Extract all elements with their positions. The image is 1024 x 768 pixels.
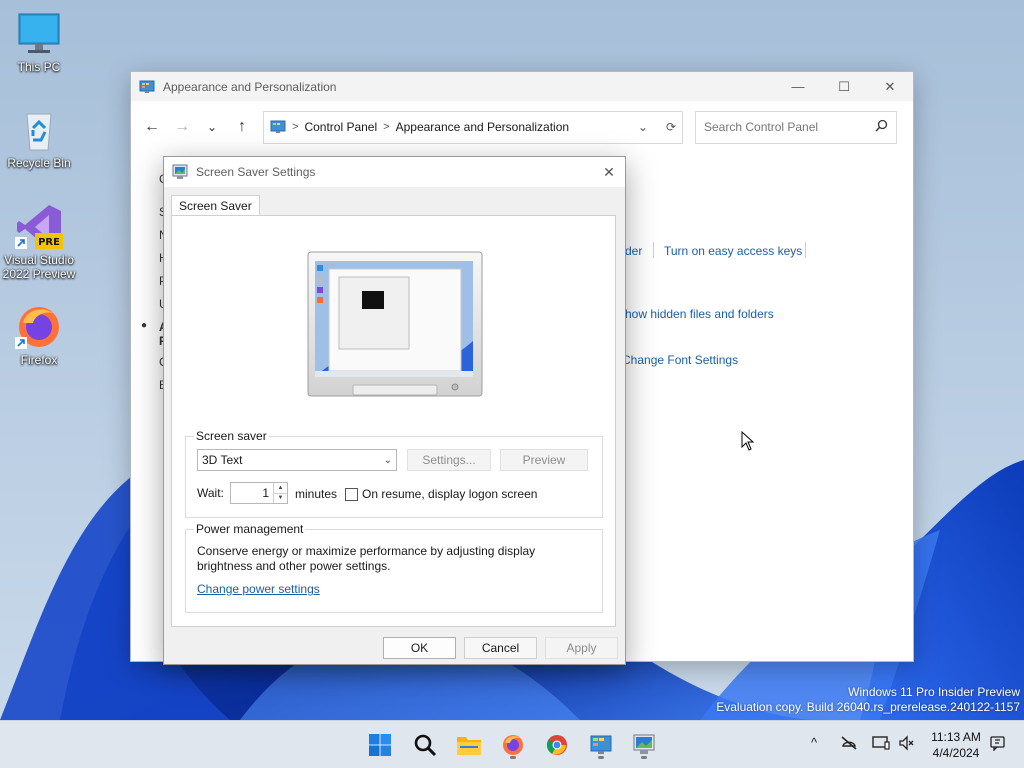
volume-muted-icon[interactable] — [898, 735, 916, 754]
link-change-font-settings[interactable]: Change Font Settings — [622, 353, 738, 367]
breadcrumb-separator: > — [383, 121, 390, 133]
power-description-line2: brightness and other power settings. — [197, 559, 391, 573]
monitor-preview-icon — [307, 251, 483, 397]
running-indicator — [598, 756, 604, 759]
tab-screen-saver[interactable]: Screen Saver — [171, 195, 260, 216]
maximize-button[interactable]: ☐ — [821, 72, 867, 101]
clock-time: 11:13 AM — [931, 730, 981, 744]
address-bar[interactable]: > Control Panel > Appearance and Persona… — [263, 110, 683, 144]
running-indicator — [641, 756, 647, 759]
recycle-bin-icon — [15, 106, 63, 154]
desktop-icon-visual-studio[interactable]: PRE Visual Studio 2022 Preview — [0, 203, 78, 281]
screen-saver-select[interactable]: 3D Text ⌄ — [197, 449, 397, 471]
pre-badge: PRE — [38, 237, 60, 248]
search-icon[interactable] — [875, 119, 888, 135]
clock[interactable]: 11:13 AM 4/4/2024 — [926, 729, 986, 761]
screen-saver-icon[interactable] — [628, 729, 660, 761]
dialog-close-button[interactable]: ✕ — [593, 157, 625, 187]
watermark-line1: Windows 11 Pro Insider Preview — [848, 685, 1020, 699]
link-divider — [805, 242, 806, 258]
address-bar-icon — [270, 119, 286, 135]
control-panel-icon[interactable] — [585, 729, 617, 761]
link-easy-access-keys[interactable]: Turn on easy access keys — [664, 244, 802, 258]
tab-page-screen-saver: Screen saver 3D Text ⌄ Settings... Previ… — [171, 215, 616, 627]
control-panel-titlebar[interactable]: Appearance and Personalization — ☐ ✕ — [131, 72, 913, 101]
desktop-watermark: Windows 11 Pro Insider Preview Evaluatio… — [716, 685, 1020, 715]
chrome-icon[interactable] — [541, 729, 573, 761]
link-show-hidden-files[interactable]: how hidden files and folders — [625, 307, 774, 321]
resume-logon-checkbox[interactable] — [345, 488, 358, 501]
visual-studio-icon: PRE — [15, 203, 63, 251]
desktop-icon-this-pc[interactable]: This PC — [0, 10, 78, 74]
firefox-icon[interactable] — [497, 729, 529, 761]
desktop-icon-recycle-bin[interactable]: Recycle Bin — [0, 106, 78, 170]
screen-saver-group-label: Screen saver — [194, 429, 269, 443]
search-icon[interactable] — [409, 729, 441, 761]
link-divider — [653, 242, 654, 258]
display-icon[interactable] — [872, 735, 890, 754]
back-button[interactable]: ← — [137, 112, 167, 142]
desktop-icon-label: Firefox — [20, 353, 58, 367]
wait-label: Wait: — [197, 486, 224, 500]
address-dropdown-icon[interactable]: ⌄ — [638, 120, 648, 134]
desktop-icon-label: This PC — [17, 60, 61, 74]
apply-button[interactable]: Apply — [545, 637, 618, 659]
recent-locations-button[interactable]: ⌄ — [197, 112, 227, 142]
power-description-line1: Conserve energy or maximize performance … — [197, 544, 536, 558]
tray-overflow-chevron-icon[interactable]: ^ — [811, 735, 817, 750]
screen-saver-selected-value: 3D Text — [202, 453, 243, 467]
stepper-down-icon[interactable]: ▼ — [274, 492, 287, 504]
wait-minutes-stepper[interactable]: 1 ▲ ▼ — [230, 482, 288, 504]
close-button[interactable]: ✕ — [867, 72, 913, 101]
running-indicator — [510, 756, 516, 759]
screen-saver-dialog: Screen Saver Settings ✕ Screen Saver Scr… — [163, 156, 626, 665]
network-disconnected-icon[interactable] — [840, 735, 858, 754]
power-management-group-label: Power management — [194, 522, 306, 536]
ok-button[interactable]: OK — [383, 637, 456, 659]
start-icon[interactable] — [364, 729, 396, 761]
dialog-titlebar[interactable]: Screen Saver Settings ✕ — [164, 157, 625, 187]
firefox-icon — [15, 303, 63, 351]
desktop-icon-label: Recycle Bin — [7, 156, 71, 170]
desktop-icon-firefox[interactable]: Firefox — [0, 303, 78, 367]
tab-strip: Screen Saver — [171, 195, 260, 216]
forward-button[interactable]: → — [167, 112, 197, 142]
navigation-bar: ← → ⌄ ↑ > Control Panel > Appearance and… — [131, 101, 913, 153]
notification-icon[interactable] — [990, 735, 1006, 754]
breadcrumb-control-panel[interactable]: Control Panel — [304, 120, 377, 134]
settings-button[interactable]: Settings... — [407, 449, 491, 471]
watermark-line2: Evaluation copy. Build 26040.rs_prerelea… — [716, 700, 1020, 714]
taskbar: ^ 11:13 AM 4/4/2024 — [0, 720, 1024, 768]
search-input[interactable] — [704, 120, 875, 134]
window-title: Appearance and Personalization — [163, 79, 337, 94]
monitor-icon — [15, 10, 63, 58]
resume-logon-label[interactable]: On resume, display logon screen — [362, 487, 537, 501]
refresh-icon[interactable]: ⟳ — [666, 120, 676, 134]
control-panel-icon — [139, 79, 155, 95]
breadcrumb-appearance[interactable]: Appearance and Personalization — [396, 120, 569, 134]
screen-saver-icon — [172, 164, 188, 180]
link-folder-options[interactable]: der — [625, 244, 642, 258]
wait-minutes-value[interactable]: 1 — [231, 486, 273, 500]
preview-button[interactable]: Preview — [500, 449, 588, 471]
file-explorer-icon[interactable] — [453, 729, 485, 761]
minutes-label: minutes — [295, 487, 338, 501]
breadcrumb-separator: > — [292, 121, 299, 133]
search-box[interactable] — [695, 110, 897, 144]
minimize-button[interactable]: — — [775, 72, 821, 101]
change-power-settings-link[interactable]: Change power settings — [197, 582, 320, 596]
mouse-cursor-icon — [741, 431, 755, 451]
cancel-button[interactable]: Cancel — [464, 637, 537, 659]
chevron-down-icon: ⌄ — [383, 454, 392, 466]
sidebar-active-bullet: ● — [141, 320, 148, 331]
up-button[interactable]: ↑ — [227, 112, 257, 142]
desktop-icon-label: Visual Studio 2022 Preview — [2, 253, 76, 281]
dialog-title: Screen Saver Settings — [196, 165, 316, 179]
stepper-up-icon[interactable]: ▲ — [274, 483, 287, 493]
clock-date: 4/4/2024 — [932, 746, 980, 760]
